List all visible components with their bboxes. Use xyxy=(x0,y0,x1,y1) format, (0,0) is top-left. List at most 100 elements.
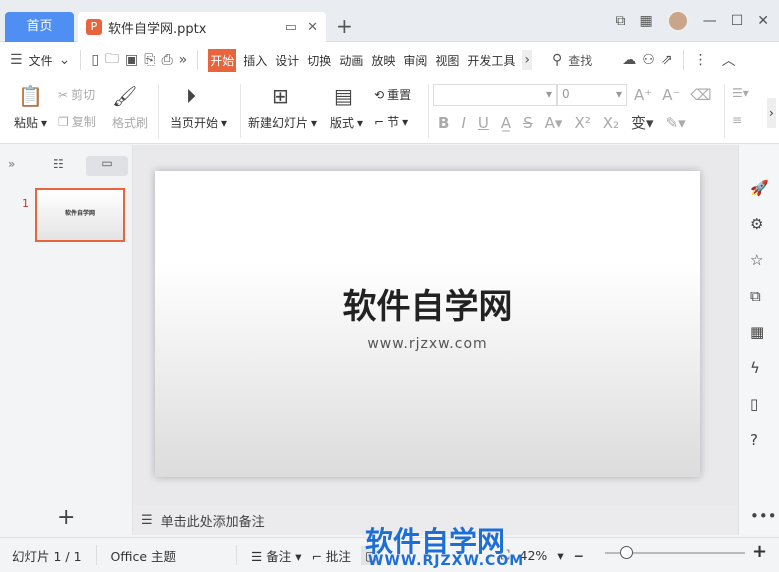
play-label: 当页开始 xyxy=(170,116,219,130)
font-size-select[interactable]: 0 ▾ xyxy=(557,84,627,106)
menu-tab-insert[interactable]: 插入 xyxy=(242,50,268,71)
cloud-icon[interactable]: ☁ xyxy=(622,52,636,68)
zoom-out-button[interactable]: − xyxy=(574,548,584,563)
tab-home[interactable]: 首页 xyxy=(5,12,74,42)
copy-label: 复制 xyxy=(71,115,96,129)
more-icon[interactable]: » xyxy=(179,52,188,68)
menu-tab-view[interactable]: 视图 xyxy=(434,50,460,71)
font-name-select[interactable]: ▾ xyxy=(433,84,557,106)
add-slide-button[interactable]: + xyxy=(57,505,75,530)
reset-icon: ⟲ xyxy=(374,87,385,102)
search-icon[interactable]: ⚲ xyxy=(552,52,562,68)
watermark-url: WWW.RJZXW.COM xyxy=(368,553,525,569)
share-icon[interactable]: ⇗ xyxy=(661,52,673,68)
superscript-icon[interactable]: X² xyxy=(574,114,590,132)
window-layout-icon[interactable]: ⧉ xyxy=(615,13,625,29)
menu-tab-transition[interactable]: 切换 xyxy=(306,50,332,71)
close-button[interactable]: ✕ xyxy=(757,13,769,29)
comments-toggle[interactable]: ⌐ 批注 xyxy=(311,546,350,565)
save-icon[interactable]: ▣ xyxy=(125,52,138,68)
slide-title[interactable]: 软件自学网 xyxy=(155,279,700,328)
tab-document[interactable]: P 软件自学网.pptx ▭ ✕ xyxy=(78,12,326,42)
align-icon[interactable]: ≡ xyxy=(732,113,742,127)
section-button[interactable]: ⌐ 节 ▾ xyxy=(374,113,408,130)
menu-tab-start[interactable]: 开始 xyxy=(208,48,237,72)
brush-icon: 🖌 xyxy=(112,84,138,108)
new-slide-icon: ⊞ xyxy=(272,84,289,108)
slide-subtitle[interactable]: www.rjzxw.com xyxy=(155,336,700,352)
thumbnail-view-icon[interactable]: ▭ xyxy=(86,156,128,176)
grow-font-icon[interactable]: A⁺ xyxy=(634,86,652,104)
chart-icon[interactable]: ▦ xyxy=(750,323,764,341)
help-icon[interactable]: ? xyxy=(750,431,758,449)
expand-panel-icon[interactable]: » xyxy=(8,157,15,171)
share-user-icon[interactable]: ⚇ xyxy=(642,52,655,68)
menu-tab-slideshow[interactable]: 放映 xyxy=(370,50,396,71)
vertical-scrollbar[interactable] xyxy=(723,149,731,501)
paste-icon[interactable]: 📋 xyxy=(18,84,43,108)
ribbon-scroll-right[interactable]: › xyxy=(767,98,776,128)
slide-count: 幻灯片 1 / 1 xyxy=(12,548,82,564)
copy-icon: ❐ xyxy=(58,114,69,129)
monitor-icon[interactable]: ▭ xyxy=(285,20,297,35)
slide-thumbnail[interactable]: 软件自学网 xyxy=(35,188,125,242)
slide[interactable]: 软件自学网 www.rjzxw.com xyxy=(155,171,700,477)
grid-icon[interactable]: ▦ xyxy=(639,13,652,29)
cut-button[interactable]: ✂ 剪切 xyxy=(58,86,95,103)
file-menu[interactable]: 文件 xyxy=(29,52,53,69)
format-painter-button[interactable]: 格式刷 xyxy=(112,114,148,131)
shrink-font-icon[interactable]: A⁻ xyxy=(662,86,680,104)
italic-icon[interactable]: I xyxy=(461,114,465,132)
transition-icon[interactable]: ⧉ xyxy=(750,287,761,305)
zoom-in-button[interactable]: + xyxy=(752,541,767,562)
new-file-icon[interactable]: ▯ xyxy=(91,52,99,68)
notes-placeholder[interactable]: 单击此处添加备注 xyxy=(161,511,265,530)
notes-toggle[interactable]: ☰ 备注 ▾ xyxy=(251,546,301,565)
highlight-icon[interactable]: ✎▾ xyxy=(666,114,686,132)
rocket-icon[interactable]: 🚀 xyxy=(750,179,769,197)
menu-tab-developer[interactable]: 开发工具 xyxy=(466,50,516,71)
hamburger-icon[interactable]: ☰ xyxy=(10,52,23,68)
outline-view-icon[interactable]: ☷ xyxy=(53,157,64,171)
play-from-current-button[interactable]: 当页开始 ▾ xyxy=(170,114,227,131)
new-slide-button[interactable]: 新建幻灯片 ▾ xyxy=(248,114,317,131)
minimize-button[interactable]: — xyxy=(703,13,717,29)
menu-tab-design[interactable]: 设计 xyxy=(274,50,300,71)
tab-bar: 首页 P 软件自学网.pptx ▭ ✕ + ⧉ ▦ — ☐ ✕ xyxy=(0,0,779,42)
collapse-icon[interactable]: ︿ xyxy=(722,50,736,70)
eraser-icon[interactable]: ⌫ xyxy=(690,86,711,104)
chevron-right-icon[interactable]: › xyxy=(522,50,532,70)
open-folder-icon[interactable]: 🗀 xyxy=(105,48,119,72)
scissors-icon: ✂ xyxy=(58,87,69,102)
strikethrough-icon[interactable]: S xyxy=(523,114,533,132)
settings-sliders-icon[interactable]: ⚙ xyxy=(750,215,763,233)
lightning-icon[interactable]: ϟ xyxy=(750,359,760,377)
font-color-icon[interactable]: A▾ xyxy=(545,114,563,132)
paste-button[interactable]: 粘贴 ▾ xyxy=(14,114,47,131)
bold-icon[interactable]: B xyxy=(438,114,449,132)
zoom-slider-handle[interactable] xyxy=(620,546,633,559)
export-icon[interactable]: ⎘ xyxy=(144,52,155,68)
copy-button[interactable]: ❐ 复制 xyxy=(58,113,96,130)
layout-button[interactable]: 版式 ▾ xyxy=(330,114,363,131)
print-icon[interactable]: ⎙ xyxy=(161,52,172,68)
shadow-icon[interactable]: A̲ xyxy=(501,114,511,132)
close-tab-icon[interactable]: ✕ xyxy=(307,20,318,35)
chevron-down-icon[interactable]: ⌄ xyxy=(59,52,71,68)
menu-tab-review[interactable]: 审阅 xyxy=(402,50,428,71)
more-vertical-icon[interactable]: ⋮ xyxy=(694,52,708,68)
search-button[interactable]: 查找 xyxy=(568,52,592,69)
subscript-icon[interactable]: X₂ xyxy=(603,114,619,132)
menu-tab-animation[interactable]: 动画 xyxy=(338,50,364,71)
more-horizontal-icon[interactable]: ••• xyxy=(750,507,777,525)
new-tab-button[interactable]: + xyxy=(336,14,353,38)
maximize-button[interactable]: ☐ xyxy=(731,13,744,29)
avatar[interactable] xyxy=(666,10,689,32)
underline-icon[interactable]: U xyxy=(478,114,489,132)
reset-button[interactable]: ⟲ 重置 xyxy=(374,86,411,103)
book-search-icon[interactable]: ▯ xyxy=(750,395,758,413)
star-icon[interactable]: ☆ xyxy=(750,251,763,269)
format-painter-label: 格式刷 xyxy=(112,116,149,130)
phonetic-icon[interactable]: 变▾ xyxy=(631,112,654,133)
bullets-icon[interactable]: ☰▾ xyxy=(732,86,749,100)
